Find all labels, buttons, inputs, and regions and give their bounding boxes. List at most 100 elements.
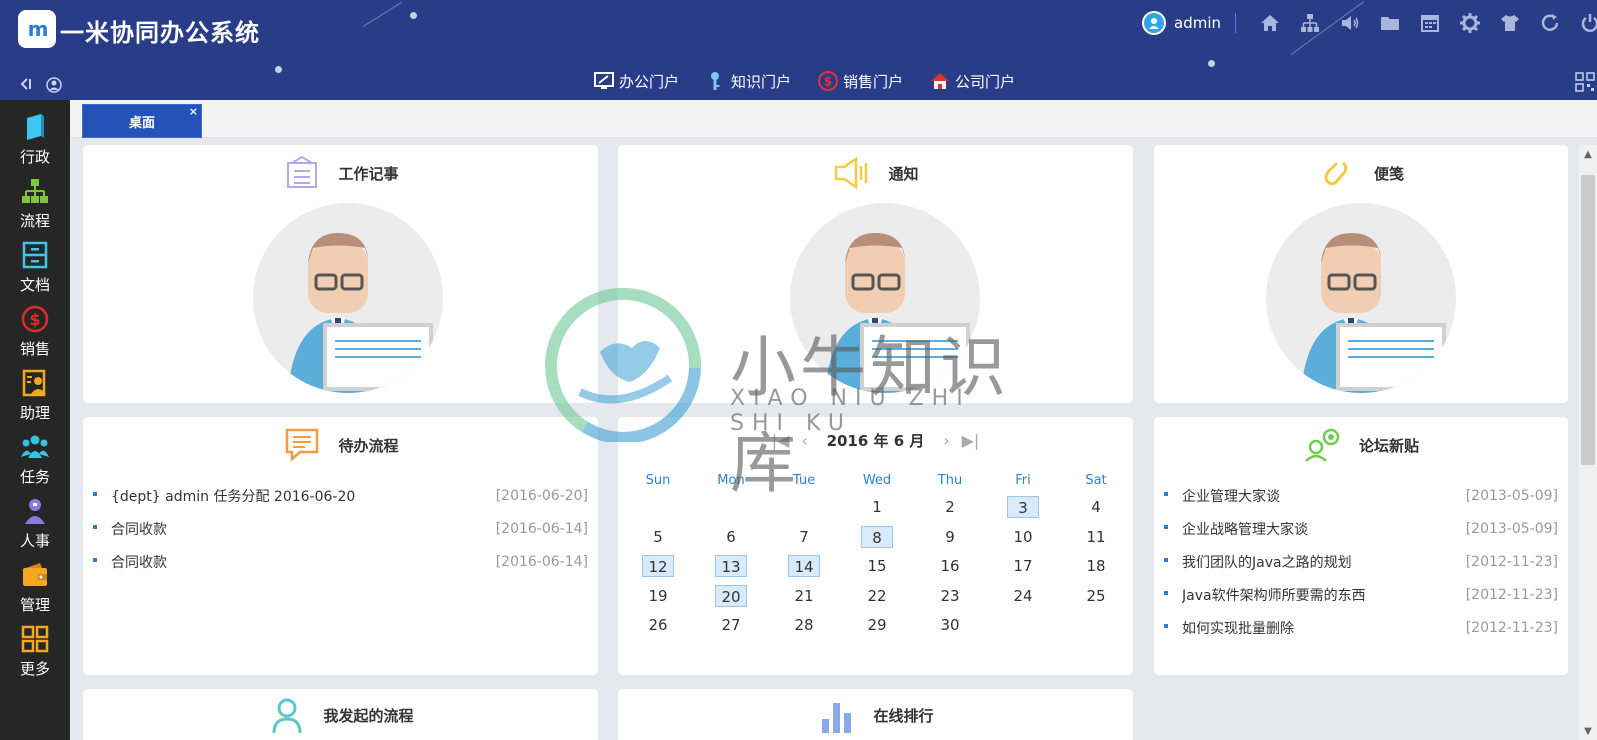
list-item[interactable]: 我们团队的Java之路的规划 [2012-11-23] (1162, 545, 1558, 578)
ranking-panel: 在线排行 (618, 689, 1133, 740)
calendar-day[interactable]: 1 (861, 496, 893, 518)
folder-icon[interactable] (1370, 10, 1410, 36)
dollar-icon: $ (818, 71, 839, 91)
sidebar-item-flow[interactable]: 流程 (0, 168, 70, 232)
sidebar-item-assistant[interactable]: 助理 (0, 360, 70, 424)
sidebar-item-admin[interactable]: 行政 (0, 104, 70, 168)
notice-panel: 通知 (618, 145, 1133, 403)
volume-icon[interactable] (1330, 10, 1370, 36)
calendar-day[interactable]: 24 (1007, 585, 1039, 607)
calendar-day[interactable]: 10 (1007, 526, 1039, 548)
user-menu[interactable]: admin (1142, 10, 1236, 36)
list-item[interactable]: {dept} admin 任务分配 2016-06-20 [2016-06-20… (91, 479, 588, 512)
sidebar-item-label: 助理 (19, 404, 50, 422)
portal-knowledge[interactable]: 知识门户 (705, 70, 791, 92)
refresh-icon[interactable] (1530, 10, 1570, 36)
power-icon[interactable] (1570, 10, 1597, 36)
calendar-icon[interactable] (1410, 10, 1450, 36)
scroll-up-button[interactable]: ▲ (1579, 145, 1597, 163)
portal-label: 公司门户 (955, 72, 1016, 91)
calendar-day[interactable]: 20 (715, 584, 747, 607)
item-date: [2016-06-14] (495, 520, 588, 537)
last-month-button[interactable]: ▶| (958, 428, 982, 452)
portal-company[interactable]: 公司门户 (929, 70, 1015, 92)
bullet (93, 557, 97, 562)
calendar-day[interactable]: 4 (1080, 496, 1112, 518)
calendar-day[interactable]: 21 (788, 585, 820, 607)
sidebar-item-tasks[interactable]: 任务 (0, 424, 70, 488)
calendar-day[interactable]: 2 (934, 496, 966, 518)
user-illustration (1266, 203, 1456, 393)
calendar-day[interactable]: 3 (1007, 496, 1039, 518)
list-item[interactable]: 合同收款 [2016-06-14] (91, 512, 588, 545)
item-title: 企业战略管理大家谈 (1182, 521, 1308, 538)
org-chart-icon (22, 179, 48, 203)
calendar-day[interactable]: 30 (934, 614, 966, 636)
list-item[interactable]: 企业战略管理大家谈 [2013-05-09] (1162, 512, 1558, 545)
calendar-day[interactable]: 25 (1080, 585, 1112, 607)
next-month-button[interactable]: › (934, 428, 958, 452)
bullet (1164, 590, 1168, 595)
shirt-icon[interactable] (1490, 10, 1530, 36)
item-title: 我们团队的Java之路的规划 (1182, 554, 1352, 571)
calendar-day[interactable]: 22 (861, 585, 893, 607)
list-item[interactable]: 合同收款 [2016-06-14] (91, 545, 588, 578)
panel-header: 待办流程 (83, 425, 598, 465)
qr-code-icon[interactable] (1575, 72, 1595, 92)
app-title: 一米协同办公系统 (60, 19, 260, 47)
calendar-nav: |◀ ‹ 2016 年 6 月 › ▶| (618, 427, 1133, 453)
prev-month-button[interactable]: ‹ (793, 428, 817, 452)
collapse-sidebar-icon[interactable] (18, 76, 34, 92)
vertical-scrollbar[interactable]: ▲ ▼ (1579, 145, 1597, 740)
profile-icon[interactable] (46, 77, 62, 93)
list-item[interactable]: 企业管理大家谈 [2013-05-09] (1162, 479, 1558, 512)
calendar-day[interactable]: 17 (1007, 555, 1039, 577)
portal-office[interactable]: 办公门户 (593, 70, 679, 92)
calendar-day[interactable]: 29 (861, 614, 893, 636)
calendar-day[interactable]: 7 (788, 526, 820, 548)
home-icon[interactable] (1250, 10, 1290, 36)
calendar-day[interactable]: 11 (1080, 526, 1112, 548)
calendar-day[interactable]: 6 (715, 526, 747, 548)
calendar-day[interactable]: 26 (642, 614, 674, 636)
sidebar-item-docs[interactable]: 文档 (0, 232, 70, 296)
calendar-day[interactable]: 12 (642, 555, 674, 577)
memo-panel: 便笺 (1154, 145, 1568, 403)
list-item[interactable]: Java软件架构师所要需的东西 [2012-11-23] (1162, 578, 1558, 611)
scroll-down-button[interactable]: ▼ (1579, 722, 1597, 740)
org-chart-icon[interactable] (1290, 10, 1330, 36)
item-title: {dept} admin 任务分配 2016-06-20 (111, 488, 356, 505)
item-date: [2012-11-23] (1465, 586, 1558, 603)
header-decoration (410, 12, 417, 19)
gear-icon[interactable] (1450, 10, 1490, 36)
calendar-day[interactable]: 9 (934, 526, 966, 548)
calendar-day[interactable]: 16 (934, 555, 966, 577)
tab-desktop[interactable]: 桌面 × (82, 104, 202, 138)
sidebar-item-label: 文档 (19, 276, 50, 294)
calendar-day[interactable]: 15 (861, 555, 893, 577)
first-month-button[interactable]: |◀ (769, 428, 793, 452)
sidebar-item-sales[interactable]: $ 销售 (0, 296, 70, 360)
calendar-day[interactable]: 13 (715, 555, 747, 577)
calendar-day[interactable]: 23 (934, 585, 966, 607)
scroll-thumb[interactable] (1581, 175, 1595, 465)
calendar-day[interactable]: 18 (1080, 555, 1112, 577)
calendar-day[interactable]: 19 (642, 585, 674, 607)
sidebar-item-more[interactable]: 更多 (0, 616, 70, 680)
close-icon[interactable]: × (189, 106, 198, 118)
pending-flow-list: {dept} admin 任务分配 2016-06-20 [2016-06-20… (91, 479, 588, 578)
message-icon (286, 428, 319, 462)
app-logo: m (18, 10, 56, 48)
portal-sales[interactable]: $ 销售门户 (817, 70, 903, 92)
sidebar-item-hr[interactable]: 人事 (0, 488, 70, 552)
list-item[interactable]: 如何实现批量删除 [2012-11-23] (1162, 611, 1558, 644)
calendar-day[interactable]: 8 (861, 525, 893, 548)
calendar-day[interactable]: 27 (715, 614, 747, 636)
calendar-day[interactable]: 14 (788, 555, 820, 577)
panel-header: 在线排行 (618, 695, 1133, 735)
calendar-day[interactable]: 5 (642, 526, 674, 548)
clipboard-icon (287, 155, 318, 188)
calendar-day[interactable]: 28 (788, 614, 820, 636)
sidebar-item-label: 人事 (19, 532, 50, 550)
sidebar-item-manage[interactable]: 管理 (0, 552, 70, 616)
